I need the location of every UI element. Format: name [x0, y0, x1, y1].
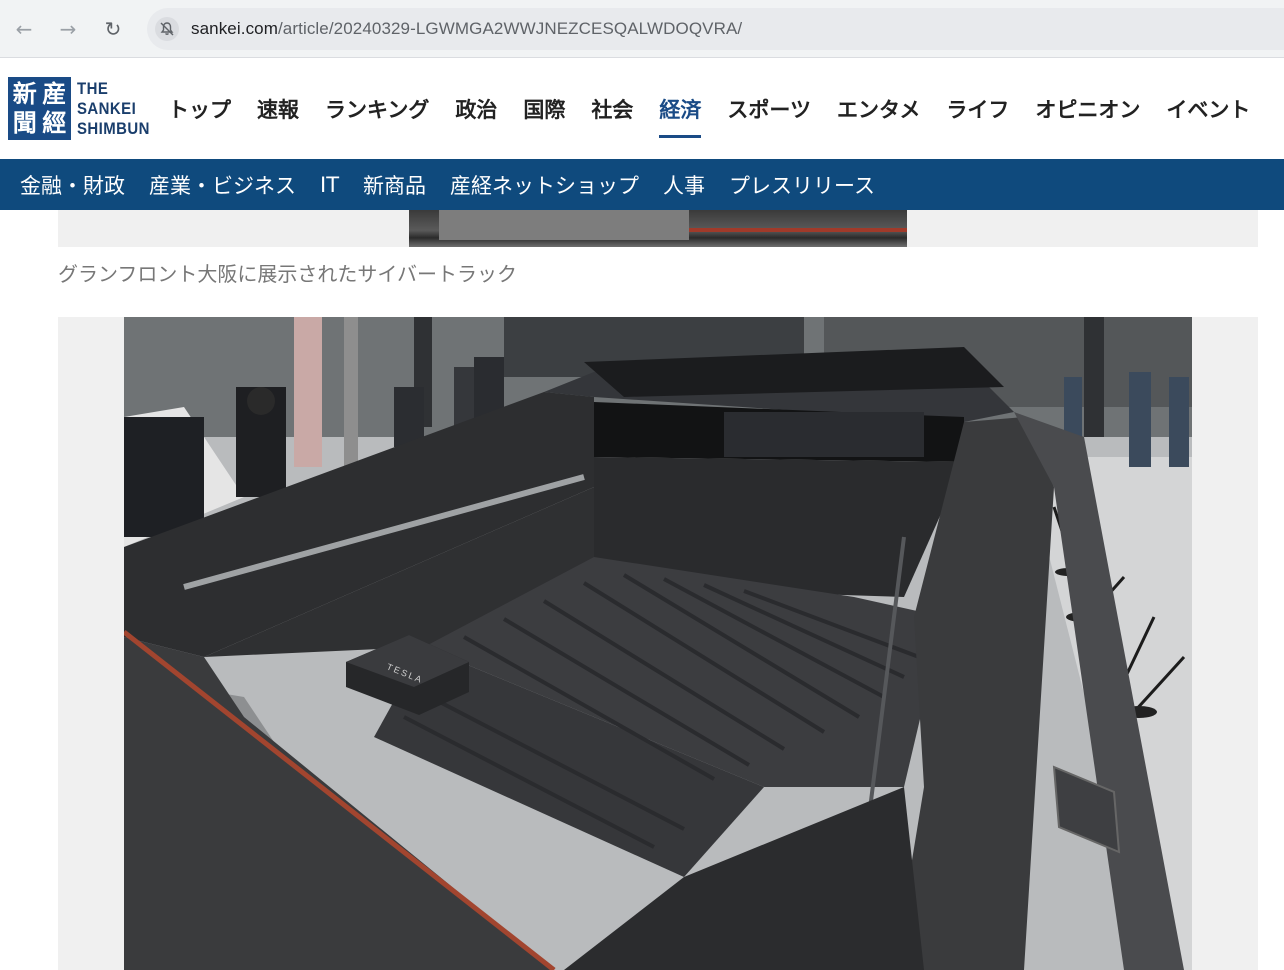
photo-caption: グランフロント大阪に展示されたサイバートラック	[58, 262, 517, 286]
browser-toolbar: ← → ↻ sankei.com/article/20240329-LGWMGA…	[0, 0, 1284, 58]
nav-item-top[interactable]: トップ	[155, 58, 244, 159]
subnav-item-netshop[interactable]: 産経ネットショップ	[438, 170, 651, 200]
logo-line-1: THE	[77, 78, 109, 98]
subnav-item-press-release[interactable]: プレスリリース	[717, 170, 887, 200]
previous-figure	[58, 210, 1258, 247]
nav-item-politics[interactable]: 政治	[442, 58, 510, 159]
url-text[interactable]: sankei.com/article/20240329-LGWMGA2WWJNE…	[191, 19, 742, 39]
nav-item-ranking[interactable]: ランキング	[312, 58, 442, 159]
subnav-item-business[interactable]: 産業・ビジネス	[137, 170, 308, 200]
nav-item-entertainment[interactable]: エンタメ	[824, 58, 933, 159]
site-header: 新 産 聞 經 THE SANKEI SHIMBUN トップ 速報 ランキング …	[0, 58, 1284, 159]
nav-item-society[interactable]: 社会	[578, 58, 646, 159]
logo-kanji-2: 産	[42, 78, 67, 108]
subnav-item-it[interactable]: IT	[308, 173, 351, 197]
subnav-item-new-products[interactable]: 新商品	[351, 170, 438, 200]
logo-line-3: SHIMBUN	[77, 118, 150, 138]
sankei-logo[interactable]: 新 産 聞 經 THE SANKEI SHIMBUN	[8, 77, 160, 140]
logo-wordmark: THE SANKEI SHIMBUN	[77, 79, 150, 139]
logo-emblem: 新 産 聞 經	[8, 77, 71, 140]
subnav-item-personnel[interactable]: 人事	[651, 170, 717, 200]
nav-item-events[interactable]: イベント	[1153, 58, 1263, 159]
logo-line-2: SANKEI	[77, 98, 137, 118]
nav-item-world[interactable]: 国際	[510, 58, 578, 159]
nav-item-breaking[interactable]: 速報	[244, 58, 312, 159]
back-arrow-icon[interactable]: ←	[9, 14, 39, 44]
notification-blocked-icon[interactable]	[155, 17, 179, 41]
forward-arrow-icon[interactable]: →	[53, 14, 83, 44]
subnav-item-finance[interactable]: 金融・財政	[8, 170, 137, 200]
article-figure: TESLA	[58, 317, 1258, 970]
nav-item-sports[interactable]: スポーツ	[714, 58, 824, 159]
logo-kanji-1: 新	[12, 78, 37, 108]
url-domain: sankei.com	[191, 19, 278, 38]
nav-item-opinion[interactable]: オピニオン	[1022, 58, 1153, 159]
previous-photo[interactable]	[409, 210, 907, 247]
url-path: /article/20240329-LGWMGA2WWJNEZCESQALWDO…	[277, 19, 743, 38]
main-nav: トップ 速報 ランキング 政治 国際 社会 経済 スポーツ エンタメ ライフ オ…	[155, 58, 1263, 159]
logo-kanji-4: 經	[42, 108, 67, 138]
reload-icon[interactable]: ↻	[98, 14, 128, 44]
sub-nav: 金融・財政 産業・ビジネス IT 新商品 産経ネットショップ 人事 プレスリリー…	[0, 159, 1284, 210]
cybertruck-photo[interactable]: TESLA	[124, 317, 1192, 970]
address-bar[interactable]: sankei.com/article/20240329-LGWMGA2WWJNE…	[147, 8, 1284, 50]
nav-item-economy[interactable]: 経済	[646, 58, 714, 159]
logo-kanji-3: 聞	[12, 108, 37, 138]
nav-item-life[interactable]: ライフ	[933, 58, 1022, 159]
